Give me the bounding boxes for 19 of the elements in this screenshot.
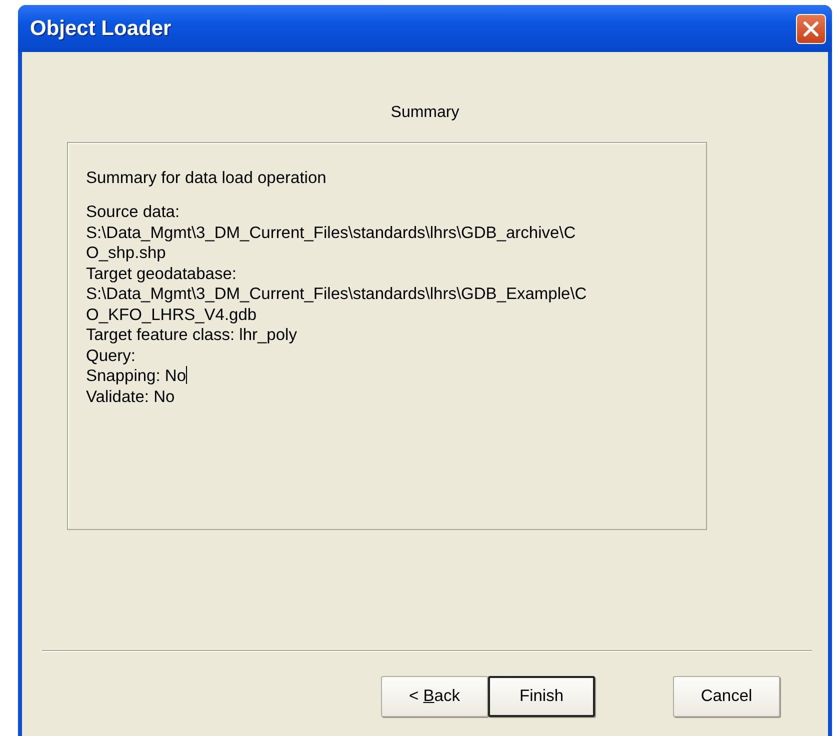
summary-line: Snapping: No xyxy=(86,367,186,385)
summary-line: S:\Data_Mgmt\3_DM_Current_Files\standards\lhrs\GDB_Example\C xyxy=(86,285,587,303)
window-title: Object Loader xyxy=(30,16,172,40)
dialog-button[interactable]: Cancel xyxy=(673,676,780,717)
dialog-button[interactable]: < Back xyxy=(381,676,488,717)
close-button[interactable] xyxy=(796,14,826,44)
summary-line: Target feature class: lhr_poly xyxy=(86,326,297,344)
dialog-button[interactable]: Finish xyxy=(488,676,595,717)
page-heading: Summary xyxy=(390,104,460,122)
summary-line: Validate: No xyxy=(86,388,175,406)
summary-line: O_shp.shp xyxy=(86,244,166,262)
summary-line: S:\Data_Mgmt\3_DM_Current_Files\standards\lhrs\GDB_archive\C xyxy=(86,224,576,242)
summary-title: Summary for data load operation xyxy=(86,169,328,188)
summary-line: O_KFO_LHRS_V4.gdb xyxy=(86,306,257,324)
summary-line: Query: xyxy=(86,346,136,364)
summary-line: Source data: xyxy=(86,203,180,221)
summary-line: Target geodatabase: xyxy=(86,264,236,282)
close-icon xyxy=(802,20,820,38)
summary-text-box[interactable] xyxy=(67,142,707,530)
